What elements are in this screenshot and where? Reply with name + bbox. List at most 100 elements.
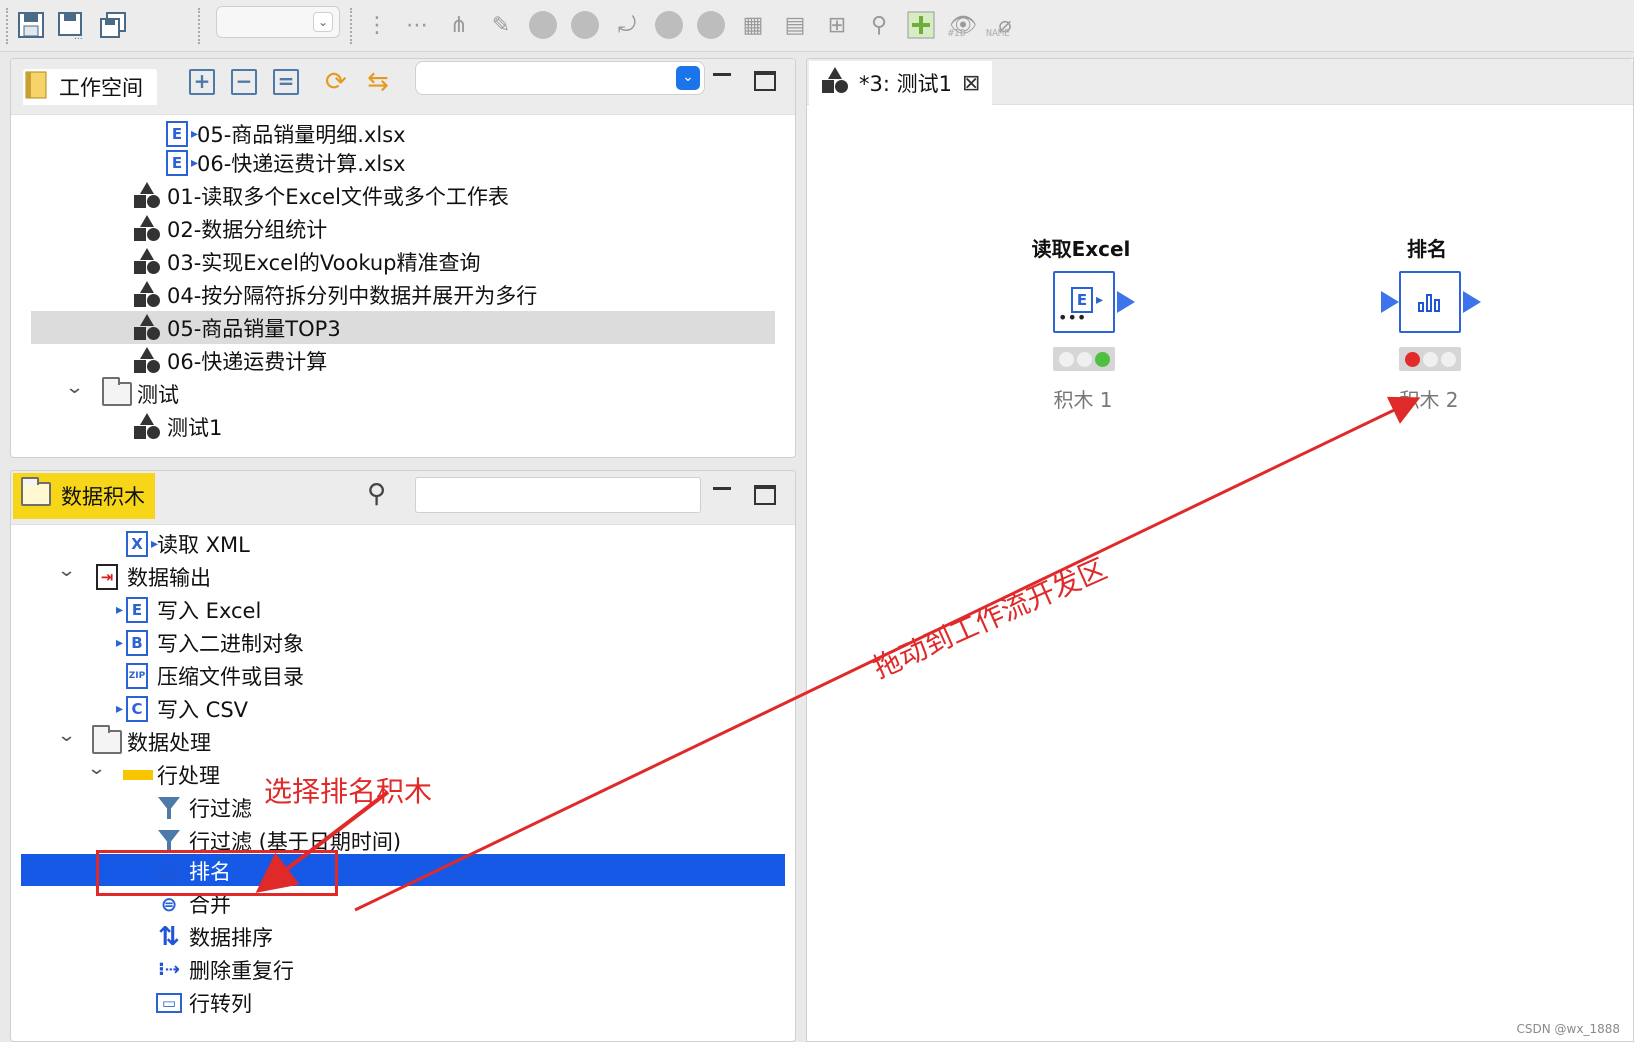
node-label[interactable]: 积木 1 xyxy=(1003,384,1163,413)
block-item[interactable]: B 写入二进制对象 xyxy=(116,626,304,659)
add-node-icon[interactable] xyxy=(904,8,938,42)
block-item[interactable]: X 读取 XML xyxy=(121,527,250,560)
blocks-search-input[interactable] xyxy=(415,477,701,513)
chevron-down-icon[interactable]: ⌄ xyxy=(57,560,77,581)
tree-item-label: 05-商品销量TOP3 xyxy=(167,316,341,341)
search-icon[interactable]: ⚲ xyxy=(862,8,896,42)
node-rank[interactable] xyxy=(1399,271,1461,333)
table-icon[interactable]: ▦ xyxy=(736,8,770,42)
tree-item[interactable]: 01-读取多个Excel文件或多个工作表 xyxy=(131,179,509,212)
tree-item-label: 02-数据分组统计 xyxy=(167,217,328,242)
tree-item[interactable]: 测试1 xyxy=(131,410,222,443)
block-item[interactable]: ▭ 行转列 xyxy=(153,986,252,1019)
chevron-down-icon[interactable]: ⌄ xyxy=(87,758,107,779)
step-icon[interactable]: ⤾ xyxy=(610,8,644,42)
toolbar-separator xyxy=(198,8,200,44)
tab-workflow-label: *3: 测试1 xyxy=(859,72,952,96)
block-category[interactable]: 数据处理 xyxy=(91,724,211,758)
save-all-icon[interactable] xyxy=(96,8,130,42)
block-item[interactable]: E 写入 Excel xyxy=(116,593,261,626)
filter-icon xyxy=(153,793,185,823)
excel-file-icon: E xyxy=(161,119,198,149)
chevron-down-icon[interactable]: ⌄ xyxy=(676,66,700,90)
comment-icon[interactable]: ▤ xyxy=(778,8,812,42)
edit-doc-icon[interactable]: ✎ xyxy=(484,8,518,42)
block-category[interactable]: ⇥ 数据输出 xyxy=(91,560,211,593)
block-item[interactable]: ⁝⇢ 删除重复行 xyxy=(153,953,294,986)
status-light xyxy=(1440,351,1456,367)
cancel-all-icon[interactable] xyxy=(694,8,728,42)
sync-icon[interactable]: ⟳ xyxy=(325,67,347,97)
block-item[interactable]: 行过滤 xyxy=(153,791,252,824)
flow-icon xyxy=(131,181,163,211)
maximize-icon[interactable] xyxy=(754,485,776,505)
search-filter-icon[interactable]: ⚲ xyxy=(367,479,386,509)
chevron-down-icon[interactable]: ⌄ xyxy=(57,725,77,746)
tree-icon[interactable]: ⋔ xyxy=(442,8,476,42)
toolbar-combo[interactable]: ⌄ xyxy=(216,6,340,38)
tree-folder[interactable]: 测试 xyxy=(101,376,179,410)
save-as-icon[interactable]: ... xyxy=(54,8,88,42)
run-icon[interactable] xyxy=(526,8,560,42)
block-item-label: 压缩文件或目录 xyxy=(157,664,304,689)
node-label[interactable]: 积木 2 xyxy=(1349,384,1509,413)
expand-all-icon[interactable]: + xyxy=(189,69,215,95)
maximize-icon[interactable] xyxy=(754,71,776,91)
minimize-icon[interactable] xyxy=(713,73,731,76)
node-horizontal-icon[interactable]: ⋯ xyxy=(400,8,434,42)
status-light xyxy=(1422,351,1438,367)
block-item[interactable]: ZIP 压缩文件或目录 xyxy=(121,659,304,692)
chevron-down-icon[interactable]: ⌄ xyxy=(313,12,333,32)
input-port[interactable] xyxy=(1381,291,1399,313)
block-item-label: 读取 XML xyxy=(157,532,250,557)
tab-workflow-test1[interactable]: *3: 测试1 ⊠ xyxy=(809,61,993,105)
folder-icon xyxy=(21,476,51,511)
block-item-label: 行过滤 xyxy=(189,796,252,821)
tree-item[interactable]: E 06-快递运费计算.xlsx xyxy=(161,146,406,179)
block-item[interactable]: C 写入 CSV xyxy=(116,692,249,725)
block-item-label: 数据输出 xyxy=(127,565,211,590)
editor-tab-bar: *3: 测试1 ⊠ xyxy=(807,59,1633,105)
tree-item[interactable]: 04-按分隔符拆分列中数据并展开为多行 xyxy=(131,278,537,311)
highlight-box xyxy=(96,850,338,896)
save-icon[interactable] xyxy=(14,8,48,42)
node-read-excel[interactable]: E ••• xyxy=(1053,271,1115,333)
tree-item-selected[interactable]: 05-商品销量TOP3 xyxy=(131,311,341,344)
flow-icon xyxy=(131,280,163,310)
output-port[interactable] xyxy=(1463,291,1481,313)
zoom-table-icon[interactable]: ⊞ xyxy=(820,8,854,42)
cancel-icon[interactable] xyxy=(652,8,686,42)
run-all-icon[interactable] xyxy=(568,8,602,42)
collapse-all-icon[interactable]: = xyxy=(273,69,299,95)
collapse-icon[interactable]: − xyxy=(231,69,257,95)
chevron-down-icon[interactable]: ⌄ xyxy=(65,377,85,398)
dedupe-icon: ⁝⇢ xyxy=(158,959,180,980)
workspace-panel: 工作空间 + − = ⟳ ⇆ ⌄ E 05-商品销量明细.xlsx E 06-快… xyxy=(10,58,796,458)
link-editor-icon[interactable]: ⇆ xyxy=(367,67,389,97)
workspace-combo[interactable]: ⌄ xyxy=(415,61,705,95)
node-vertical-icon[interactable]: ⋮ xyxy=(360,8,394,42)
toolbar-grip[interactable] xyxy=(6,8,8,44)
sort-icon: ⇅ xyxy=(158,921,180,952)
data-blocks-header: 数据积木 ⚲ xyxy=(11,471,795,525)
excel-file-icon: E xyxy=(161,148,198,178)
close-icon[interactable]: ⊠ xyxy=(962,71,980,96)
workspace-book-icon xyxy=(23,70,49,105)
flow-icon xyxy=(821,66,849,100)
tree-item[interactable]: 02-数据分组统计 xyxy=(131,212,327,245)
block-item-label: 删除重复行 xyxy=(189,958,294,983)
flow-icon xyxy=(131,346,163,376)
block-item-label: 写入 CSV xyxy=(157,697,249,722)
output-port[interactable] xyxy=(1117,291,1135,313)
block-item[interactable]: ⇅ 数据排序 xyxy=(153,920,273,953)
block-category[interactable]: 行处理 xyxy=(123,758,220,791)
row-to-column-icon: ▭ xyxy=(153,988,185,1018)
minimize-icon[interactable] xyxy=(713,487,731,490)
tab-workspace[interactable]: 工作空间 xyxy=(23,69,157,105)
tab-data-blocks[interactable]: 数据积木 xyxy=(13,473,155,519)
tree-item[interactable]: 03-实现Excel的Vookup精准查询 xyxy=(131,245,481,278)
tab-data-blocks-label: 数据积木 xyxy=(61,485,145,509)
status-light-red xyxy=(1404,351,1420,367)
more-icon: ••• xyxy=(1058,308,1087,327)
tree-item[interactable]: 06-快递运费计算 xyxy=(131,344,327,377)
